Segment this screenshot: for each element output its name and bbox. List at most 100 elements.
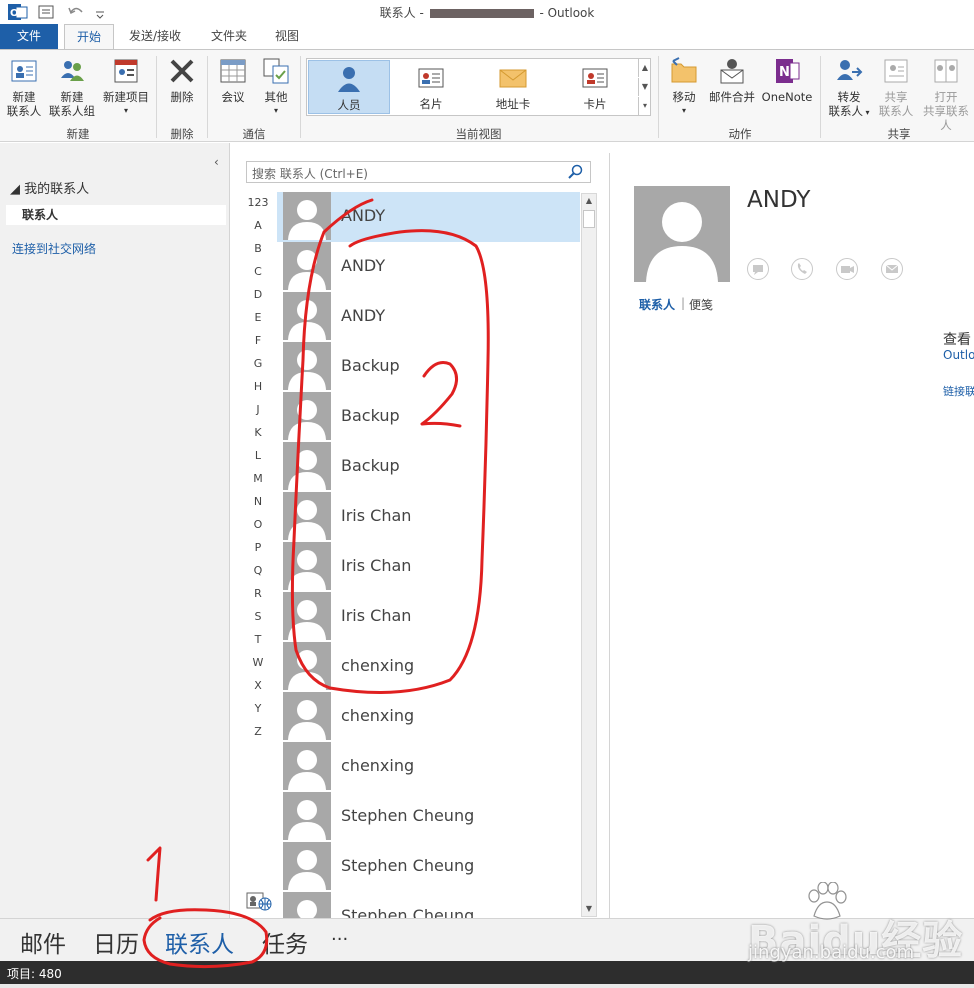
contact-row[interactable]: Stephen Cheung: [277, 842, 580, 892]
alphabet-letter[interactable]: Z: [241, 722, 275, 745]
alphabet-letter[interactable]: J: [241, 400, 275, 423]
more-button[interactable]: 其他 ▾: [256, 56, 296, 118]
new-items-button[interactable]: 新建项目 ▾: [100, 56, 152, 118]
contact-avatar: [283, 442, 331, 490]
alphabet-letter[interactable]: T: [241, 630, 275, 653]
alphabet-letter[interactable]: P: [241, 538, 275, 561]
nav-more-ellipsis[interactable]: ···: [331, 929, 348, 950]
contact-row[interactable]: chenxing: [277, 692, 580, 742]
alphabet-letter[interactable]: D: [241, 285, 275, 308]
open-shared-contacts-button[interactable]: 打开 共享联系人: [918, 56, 974, 132]
tab-send-receive[interactable]: 发送/接收: [117, 24, 193, 49]
scroll-thumb[interactable]: [583, 210, 595, 228]
new-contact-button[interactable]: 新建 联系人: [4, 56, 44, 118]
alphabet-letter[interactable]: C: [241, 262, 275, 285]
alphabet-letter[interactable]: 123: [241, 193, 275, 216]
alphabet-letter[interactable]: B: [241, 239, 275, 262]
gallery-expand-arrow[interactable]: ▾: [638, 97, 651, 115]
nav-calendar[interactable]: 日历: [93, 925, 139, 959]
delete-button[interactable]: 删除: [160, 56, 204, 104]
new-contact-group-button[interactable]: 新建 联系人组: [46, 56, 98, 118]
scroll-down-arrow[interactable]: ▼: [582, 902, 596, 916]
scroll-up-arrow[interactable]: ▲: [582, 194, 596, 208]
chevron-down-icon: ▾: [273, 106, 278, 115]
alphabet-letter[interactable]: W: [241, 653, 275, 676]
contact-row[interactable]: Backup: [277, 442, 580, 492]
contact-row[interactable]: ANDY: [277, 192, 580, 242]
contact-row[interactable]: Backup: [277, 342, 580, 392]
alphabet-letter[interactable]: Q: [241, 561, 275, 584]
gallery-up-arrow[interactable]: ▲: [638, 59, 651, 77]
folder-item-contacts[interactable]: 联系人: [6, 205, 226, 225]
tab-home[interactable]: 开始: [64, 24, 115, 50]
view-address-card[interactable]: 地址卡: [472, 60, 554, 114]
alphabet-letter[interactable]: F: [241, 331, 275, 354]
contact-row[interactable]: Backup: [277, 392, 580, 442]
alphabet-letter[interactable]: G: [241, 354, 275, 377]
alphabet-letter[interactable]: S: [241, 607, 275, 630]
link-contacts-link[interactable]: 链接联: [943, 383, 974, 399]
contact-row[interactable]: Iris Chan: [277, 592, 580, 642]
alphabet-letter[interactable]: H: [241, 377, 275, 400]
share-contacts-button[interactable]: 共享 联系人: [874, 56, 918, 118]
my-contacts-header[interactable]: ◢ 我的联系人: [10, 178, 89, 197]
contact-row[interactable]: Iris Chan: [277, 492, 580, 542]
collapse-pane-icon[interactable]: ‹: [214, 155, 219, 169]
tab-folder[interactable]: 文件夹: [199, 24, 259, 49]
view-card[interactable]: 卡片: [554, 60, 636, 114]
view-business-card[interactable]: 名片: [390, 60, 472, 114]
phone-icon[interactable]: [790, 257, 814, 281]
alphabet-letter[interactable]: L: [241, 446, 275, 469]
nav-tasks[interactable]: 任务: [262, 925, 308, 959]
alphabet-letter[interactable]: X: [241, 676, 275, 699]
tab-file[interactable]: 文件: [0, 24, 58, 49]
tab-divider: |: [681, 296, 686, 310]
contact-row[interactable]: Stephen Cheung: [277, 892, 580, 918]
contact-avatar: [283, 742, 331, 790]
alphabet-letter[interactable]: N: [241, 492, 275, 515]
nav-mail[interactable]: 邮件: [20, 925, 66, 959]
contact-row[interactable]: chenxing: [277, 742, 580, 792]
list-scrollbar[interactable]: ▲ ▼: [581, 193, 597, 917]
alphabet-letter[interactable]: E: [241, 308, 275, 331]
search-input[interactable]: 搜索 联系人 (Ctrl+E): [246, 161, 591, 183]
contact-row[interactable]: ANDY: [277, 242, 580, 292]
social-contacts-globe-icon[interactable]: [246, 891, 272, 911]
mail-merge-button[interactable]: 邮件合并: [706, 56, 758, 104]
connect-social-network-link[interactable]: 连接到社交网络: [12, 240, 96, 257]
alphabet-letter[interactable]: O: [241, 515, 275, 538]
move-button[interactable]: 移动 ▾: [664, 56, 704, 118]
tab-view[interactable]: 视图: [263, 24, 311, 49]
outlook-link[interactable]: Outlo: [943, 348, 974, 362]
view-people[interactable]: 人员: [308, 60, 390, 114]
contact-row[interactable]: ANDY: [277, 292, 580, 342]
search-icon[interactable]: [568, 164, 584, 180]
alphabet-letter[interactable]: M: [241, 469, 275, 492]
forward-contact-button[interactable]: 转发 联系人 ▾: [824, 56, 874, 120]
contact-row[interactable]: Iris Chan: [277, 542, 580, 592]
alphabet-letter[interactable]: K: [241, 423, 275, 446]
more-label: 其他: [264, 90, 288, 104]
tab-notes[interactable]: 便笺: [689, 296, 713, 313]
gallery-down-arrow[interactable]: ▼: [638, 78, 651, 96]
alphabet-letter[interactable]: Y: [241, 699, 275, 722]
person-silhouette-icon: [288, 700, 326, 740]
onenote-icon: N: [776, 59, 800, 83]
video-icon[interactable]: [835, 257, 859, 281]
tab-contact-details[interactable]: 联系人: [639, 296, 675, 313]
nav-contacts[interactable]: 联系人: [165, 925, 234, 959]
meeting-button[interactable]: 会议: [212, 56, 254, 104]
contact-name: Iris Chan: [341, 606, 412, 625]
contact-row[interactable]: chenxing: [277, 642, 580, 692]
contact-row[interactable]: Stephen Cheung: [277, 792, 580, 842]
contact-photo: [634, 186, 730, 282]
baidu-jingyan-watermark: Baidu经验 jingyan.baidu.com: [748, 880, 970, 970]
alphabet-letter[interactable]: R: [241, 584, 275, 607]
contact-card-icon: [11, 60, 37, 82]
alphabet-letter[interactable]: A: [241, 216, 275, 239]
im-icon[interactable]: [746, 257, 770, 281]
email-icon[interactable]: [880, 257, 904, 281]
contact-name: chenxing: [341, 756, 415, 775]
onenote-button[interactable]: N OneNote: [758, 56, 816, 104]
contact-name: Stephen Cheung: [341, 906, 475, 918]
